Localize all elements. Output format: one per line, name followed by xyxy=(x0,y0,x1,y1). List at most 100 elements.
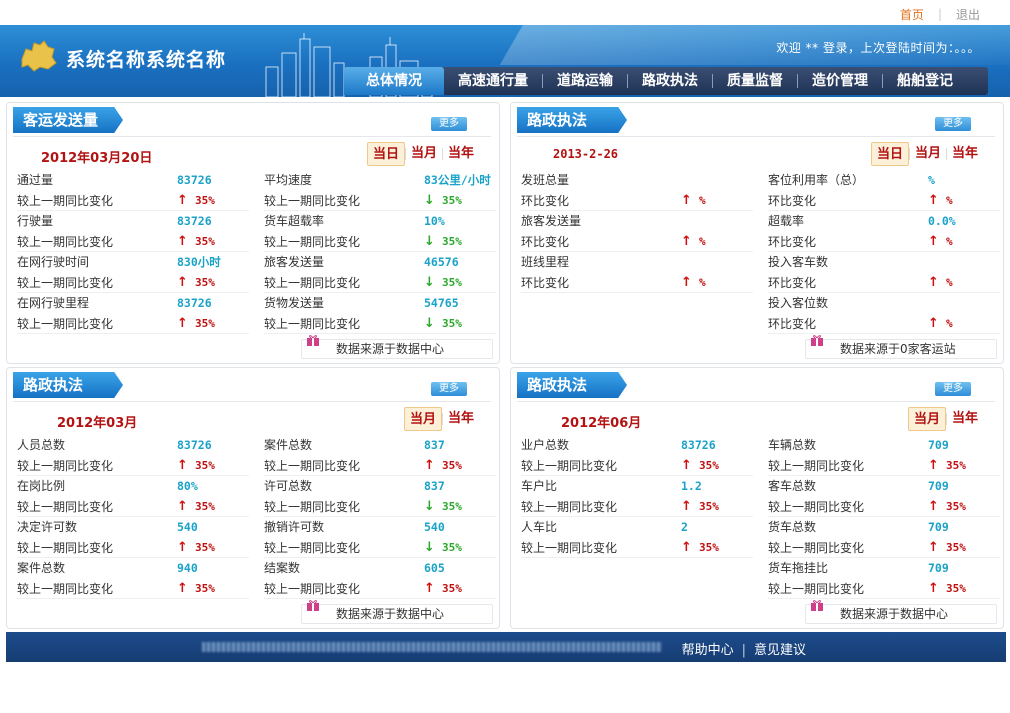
stat-change-row: 较上一期同比变化 ↓ 35% xyxy=(264,273,496,293)
stat-value: 46576 xyxy=(424,254,459,269)
header-banner: 系统名称系统名称 欢迎 ** 登录，上次登陆时间为：。。。 总体情况 高速通行量… xyxy=(0,25,1010,97)
stat-label: 旅客发送量 xyxy=(521,214,582,229)
tab-month[interactable]: 当月 xyxy=(907,407,946,431)
help-center-link[interactable]: 帮助中心 xyxy=(682,643,734,658)
title-divider xyxy=(13,401,491,402)
tab-month[interactable]: 当月 xyxy=(406,142,442,166)
title-divider xyxy=(517,401,995,402)
tab-year[interactable]: 当年 xyxy=(947,142,983,166)
stat-row: 平均速度 83公里/小时 xyxy=(264,170,496,191)
stat-change-row: 环比变化 ↑% xyxy=(521,232,753,252)
stat-value: 10% xyxy=(424,213,445,228)
feedback-link[interactable]: 意见建议 xyxy=(754,643,806,658)
stats-right: 客位利用率（总）% 环比变化 ↑% 超载率 0.0% 环比变化 ↑% 投入客车数 环比变化 ↑% 投… xyxy=(768,170,1000,334)
stat-row: 货物发送量 54765 xyxy=(264,293,496,314)
stat-row: 超载率 0.0% xyxy=(768,211,1000,232)
tab-month[interactable]: 当月 xyxy=(910,142,946,166)
stat-row: 人员总数 83726 xyxy=(17,435,249,456)
stat-value: 709 xyxy=(928,478,949,493)
stat-row: 在岗比例 80% xyxy=(17,476,249,497)
stat-row: 案件总数 837 xyxy=(264,435,496,456)
stat-row: 通过量 83726 xyxy=(17,170,249,191)
stat-label: 货车超载率 xyxy=(264,214,325,229)
tab-day[interactable]: 当日 xyxy=(366,142,405,166)
stat-value: 83726 xyxy=(177,295,212,310)
title-divider xyxy=(517,136,995,137)
stat-label: 人车比 xyxy=(521,520,558,535)
stat-change-value: 35% xyxy=(195,458,215,472)
stat-value: 837 xyxy=(424,437,445,452)
arrow-up-icon: ↑ xyxy=(928,274,939,290)
stat-change-row: 较上一期同比变化 ↓ 35% xyxy=(264,497,496,517)
nav-highway-traffic[interactable]: 高速通行量 xyxy=(444,67,542,95)
more-button[interactable]: 更多 xyxy=(431,117,467,131)
nav-law-enforcement[interactable]: 路政执法 xyxy=(628,67,712,95)
data-source-text: 数据来源于数据中心 xyxy=(336,607,445,621)
arrow-down-icon: ↓ xyxy=(424,274,435,290)
stat-change-value: 35% xyxy=(195,193,215,207)
stat-value: 709 xyxy=(928,560,949,575)
arrow-up-icon: ↑ xyxy=(928,192,939,208)
arrow-up-icon: ↑ xyxy=(177,498,188,514)
period-tabs: 当日 当月 当年 xyxy=(366,141,479,167)
period-tabs: 当日 当月 当年 xyxy=(870,141,983,167)
stat-value: 940 xyxy=(177,560,198,575)
nav-road-transport[interactable]: 道路运输 xyxy=(543,67,627,95)
stat-row: 班线里程 xyxy=(521,252,753,273)
more-button[interactable]: 更多 xyxy=(935,382,971,396)
stat-change-row: 较上一期同比变化 ↑ 35% xyxy=(264,579,496,599)
footer-divider: | xyxy=(741,643,746,658)
stat-change-value: 35% xyxy=(442,540,462,554)
arrow-up-icon: ↑ xyxy=(177,233,188,249)
arrow-up-icon: ↑ xyxy=(681,233,692,249)
more-button[interactable]: 更多 xyxy=(935,117,971,131)
stat-label: 许可总数 xyxy=(264,479,313,494)
nav-quality-supervision[interactable]: 质量监督 xyxy=(713,67,797,95)
tab-year[interactable]: 当年 xyxy=(443,142,479,166)
nav-ship-registration[interactable]: 船舶登记 xyxy=(883,67,967,95)
stat-change-row: 环比变化 ↑% xyxy=(768,191,1000,211)
stat-row: 结案数 605 xyxy=(264,558,496,579)
stat-change-value: 35% xyxy=(442,275,462,289)
panel-date: 2012年03月20日 xyxy=(41,151,153,166)
stat-change-value: 35% xyxy=(699,458,719,472)
arrow-up-icon: ↑ xyxy=(681,457,692,473)
stat-label: 环比变化 xyxy=(768,193,817,208)
stat-change-row: 较上一期同比变化 ↑ 35% xyxy=(17,579,249,599)
footer-copyright-blur xyxy=(202,642,662,652)
stat-change-row: 较上一期同比变化 ↓ 35% xyxy=(264,538,496,558)
arrow-up-icon: ↑ xyxy=(928,498,939,514)
stat-label: 较上一期同比变化 xyxy=(264,275,361,290)
gift-icon xyxy=(811,335,823,346)
tab-day[interactable]: 当日 xyxy=(870,142,909,166)
stat-label: 较上一期同比变化 xyxy=(264,581,361,596)
panel-title: 路政执法 xyxy=(517,107,627,133)
stat-change-row: 较上一期同比变化 ↓ 35% xyxy=(264,314,496,334)
arrow-up-icon: ↑ xyxy=(424,580,435,596)
more-button[interactable]: 更多 xyxy=(431,382,467,396)
stat-label: 较上一期同比变化 xyxy=(17,540,114,555)
stat-change-row: 较上一期同比变化 ↑ 35% xyxy=(768,497,1000,517)
stat-label: 较上一期同比变化 xyxy=(17,458,114,473)
tab-year[interactable]: 当年 xyxy=(947,407,983,431)
arrow-up-icon: ↑ xyxy=(681,498,692,514)
nav-cost-management[interactable]: 造价管理 xyxy=(798,67,882,95)
nav-overview[interactable]: 总体情况 xyxy=(344,67,444,95)
stat-row: 行驶量 83726 xyxy=(17,211,249,232)
stats-left: 通过量 83726 较上一期同比变化 ↑ 35% 行驶量 83726 较上一期同比变化 ↑ 35%… xyxy=(17,170,249,334)
period-tabs: 当月 当年 xyxy=(403,406,479,432)
stat-change-row: 较上一期同比变化 ↑ 35% xyxy=(768,579,1000,599)
stat-change-row: 较上一期同比变化 ↑ 35% xyxy=(521,497,753,517)
arrow-up-icon: ↑ xyxy=(177,580,188,596)
home-link[interactable]: 首页 xyxy=(900,6,924,23)
tab-month[interactable]: 当月 xyxy=(403,407,442,431)
logout-link[interactable]: 退出 xyxy=(956,6,980,23)
stat-label: 较上一期同比变化 xyxy=(768,458,865,473)
stat-row: 货车拖挂比 709 xyxy=(768,558,1000,579)
data-source-text: 数据来源于0家客运站 xyxy=(840,342,956,356)
tab-year[interactable]: 当年 xyxy=(443,407,479,431)
stat-change-value: 35% xyxy=(195,275,215,289)
data-source-note: 数据来源于数据中心 xyxy=(301,600,493,624)
stats-right: 案件总数 837 较上一期同比变化 ↑ 35% 许可总数 837 较上一期同比变化 ↓ 35% 撤销… xyxy=(264,435,496,599)
stat-change-value: % xyxy=(946,275,953,289)
